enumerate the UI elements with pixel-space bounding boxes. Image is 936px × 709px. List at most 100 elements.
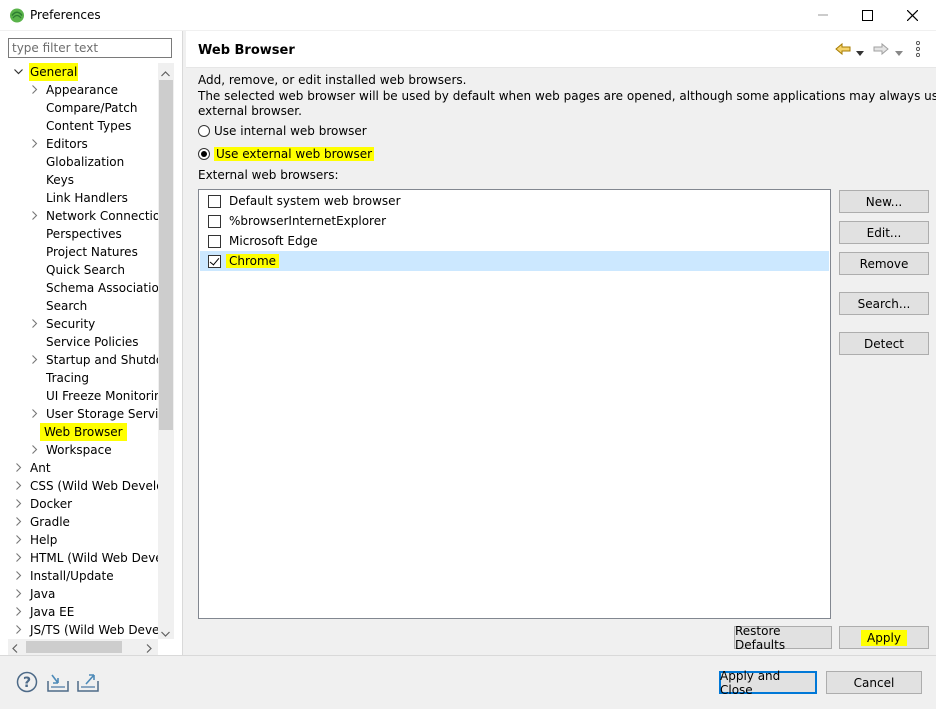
tree-item[interactable]: Help: [14, 531, 158, 549]
edit-button[interactable]: Edit...: [839, 221, 929, 244]
chevron-right-icon[interactable]: [14, 477, 24, 495]
help-icon[interactable]: ?: [16, 671, 38, 696]
tree-item[interactable]: CSS (Wild Web Develop: [14, 477, 158, 495]
remove-button[interactable]: Remove: [839, 252, 929, 275]
external-browser-radio[interactable]: Use external web browser: [198, 145, 375, 163]
maximize-button[interactable]: [844, 0, 890, 30]
tree-item[interactable]: Editors: [30, 135, 158, 153]
chevron-right-icon[interactable]: [14, 495, 24, 513]
back-dropdown-icon[interactable]: [856, 45, 864, 59]
scroll-up-icon[interactable]: [161, 66, 170, 80]
apply-and-close-button[interactable]: Apply and Close: [719, 669, 817, 697]
tree-item-label: Security: [46, 317, 96, 331]
tree-item[interactable]: Quick Search: [30, 261, 158, 279]
chevron-down-icon[interactable]: [14, 63, 24, 81]
tree-item[interactable]: Tracing: [30, 369, 158, 387]
chevron-right-icon[interactable]: [30, 315, 40, 333]
tree-item[interactable]: Schema Associations: [30, 279, 158, 297]
tree-item[interactable]: Java: [14, 585, 158, 603]
tree-item[interactable]: Appearance: [30, 81, 158, 99]
chevron-right-icon[interactable]: [14, 459, 24, 477]
tree-item[interactable]: Workspace: [30, 441, 158, 459]
back-arrow-icon[interactable]: [835, 42, 851, 59]
search-button[interactable]: Search...: [839, 292, 929, 315]
tree-item[interactable]: Globalization: [30, 153, 158, 171]
browser-list-item[interactable]: Chrome: [200, 251, 829, 271]
detect-button[interactable]: Detect: [839, 332, 929, 355]
filter-input[interactable]: [8, 38, 172, 58]
chevron-right-icon[interactable]: [30, 441, 40, 459]
browser-checkbox[interactable]: [208, 254, 221, 268]
tree-item[interactable]: Keys: [30, 171, 158, 189]
view-menu-icon[interactable]: [915, 40, 921, 60]
tree-item[interactable]: Search: [30, 297, 158, 315]
browser-name: Chrome: [226, 254, 280, 268]
close-button[interactable]: [889, 0, 935, 30]
tree-item[interactable]: Startup and Shutdow: [30, 351, 158, 369]
chevron-right-icon[interactable]: [14, 585, 24, 603]
tree-item-label: HTML (Wild Web Develo: [30, 551, 158, 565]
chevron-right-icon[interactable]: [14, 549, 24, 567]
forward-dropdown-icon[interactable]: [895, 45, 903, 59]
chevron-right-icon[interactable]: [14, 531, 24, 549]
export-icon[interactable]: [76, 671, 100, 696]
page-title: Web Browser: [198, 43, 295, 58]
browser-checkbox[interactable]: [208, 214, 221, 228]
scroll-down-icon[interactable]: [161, 626, 170, 640]
tree-item[interactable]: Link Handlers: [30, 189, 158, 207]
new-button[interactable]: New...: [839, 190, 929, 213]
external-browser-list[interactable]: Default system web browser %browserIntern…: [198, 189, 831, 619]
tree-item-label: Search: [46, 299, 88, 313]
restore-defaults-button[interactable]: Restore Defaults: [734, 624, 832, 652]
tree-item[interactable]: Compare/Patch: [30, 99, 158, 117]
browser-list-item[interactable]: Microsoft Edge: [200, 231, 829, 251]
radio-button-icon[interactable]: [198, 148, 210, 160]
tree-item[interactable]: Perspectives: [30, 225, 158, 243]
tree-item[interactable]: Install/Update: [14, 567, 158, 585]
tree-item[interactable]: Content Types: [30, 117, 158, 135]
tree-item[interactable]: Service Policies: [30, 333, 158, 351]
forward-arrow-icon[interactable]: [873, 42, 889, 59]
tree-item[interactable]: Java EE: [14, 603, 158, 621]
tree-hscrollbar-thumb[interactable]: [26, 641, 122, 653]
apply-button[interactable]: Apply: [839, 626, 929, 649]
chevron-right-icon[interactable]: [14, 603, 24, 621]
tree-item[interactable]: HTML (Wild Web Develo: [14, 549, 158, 567]
browser-name: Default system web browser: [229, 194, 401, 208]
chevron-right-icon[interactable]: [14, 567, 24, 585]
browser-checkbox[interactable]: [208, 194, 221, 208]
browser-list-item[interactable]: Default system web browser: [200, 191, 829, 211]
internal-browser-radio[interactable]: Use internal web browser: [198, 122, 367, 140]
apply-label: Apply: [861, 629, 907, 646]
tree-item[interactable]: Network Connection: [30, 207, 158, 225]
browser-list-item[interactable]: %browserInternetExplorer: [200, 211, 829, 231]
chevron-right-icon[interactable]: [30, 351, 40, 369]
tree-item[interactable]: Security: [30, 315, 158, 333]
radio-button-icon[interactable]: [198, 125, 210, 137]
tree-item[interactable]: JS/TS (Wild Web Develc: [14, 621, 158, 639]
tree-item[interactable]: Gradle: [14, 513, 158, 531]
browser-checkbox[interactable]: [208, 234, 221, 248]
tree-item[interactable]: UI Freeze Monitoring: [30, 387, 158, 405]
tree-item[interactable]: Ant: [14, 459, 158, 477]
scroll-left-icon[interactable]: [12, 642, 18, 656]
minimize-button[interactable]: [800, 0, 846, 30]
cancel-button[interactable]: Cancel: [826, 671, 922, 694]
tree-item[interactable]: Web Browser: [30, 423, 158, 441]
tree-scrollbar-thumb[interactable]: [159, 80, 173, 430]
tree-item-label: Keys: [46, 173, 75, 187]
chevron-right-icon[interactable]: [30, 405, 40, 423]
chevron-right-icon[interactable]: [30, 207, 40, 225]
tree-item[interactable]: Docker: [14, 495, 158, 513]
chevron-right-icon[interactable]: [14, 513, 24, 531]
scroll-right-icon[interactable]: [146, 642, 152, 656]
window-title: Preferences: [30, 8, 101, 22]
tree-item-label: Content Types: [46, 119, 132, 133]
chevron-right-icon[interactable]: [14, 621, 24, 639]
tree-item[interactable]: Project Natures: [30, 243, 158, 261]
chevron-right-icon[interactable]: [30, 81, 40, 99]
chevron-right-icon[interactable]: [30, 135, 40, 153]
tree-item[interactable]: General: [14, 63, 158, 81]
tree-item[interactable]: User Storage Service: [30, 405, 158, 423]
import-icon[interactable]: [46, 671, 70, 696]
